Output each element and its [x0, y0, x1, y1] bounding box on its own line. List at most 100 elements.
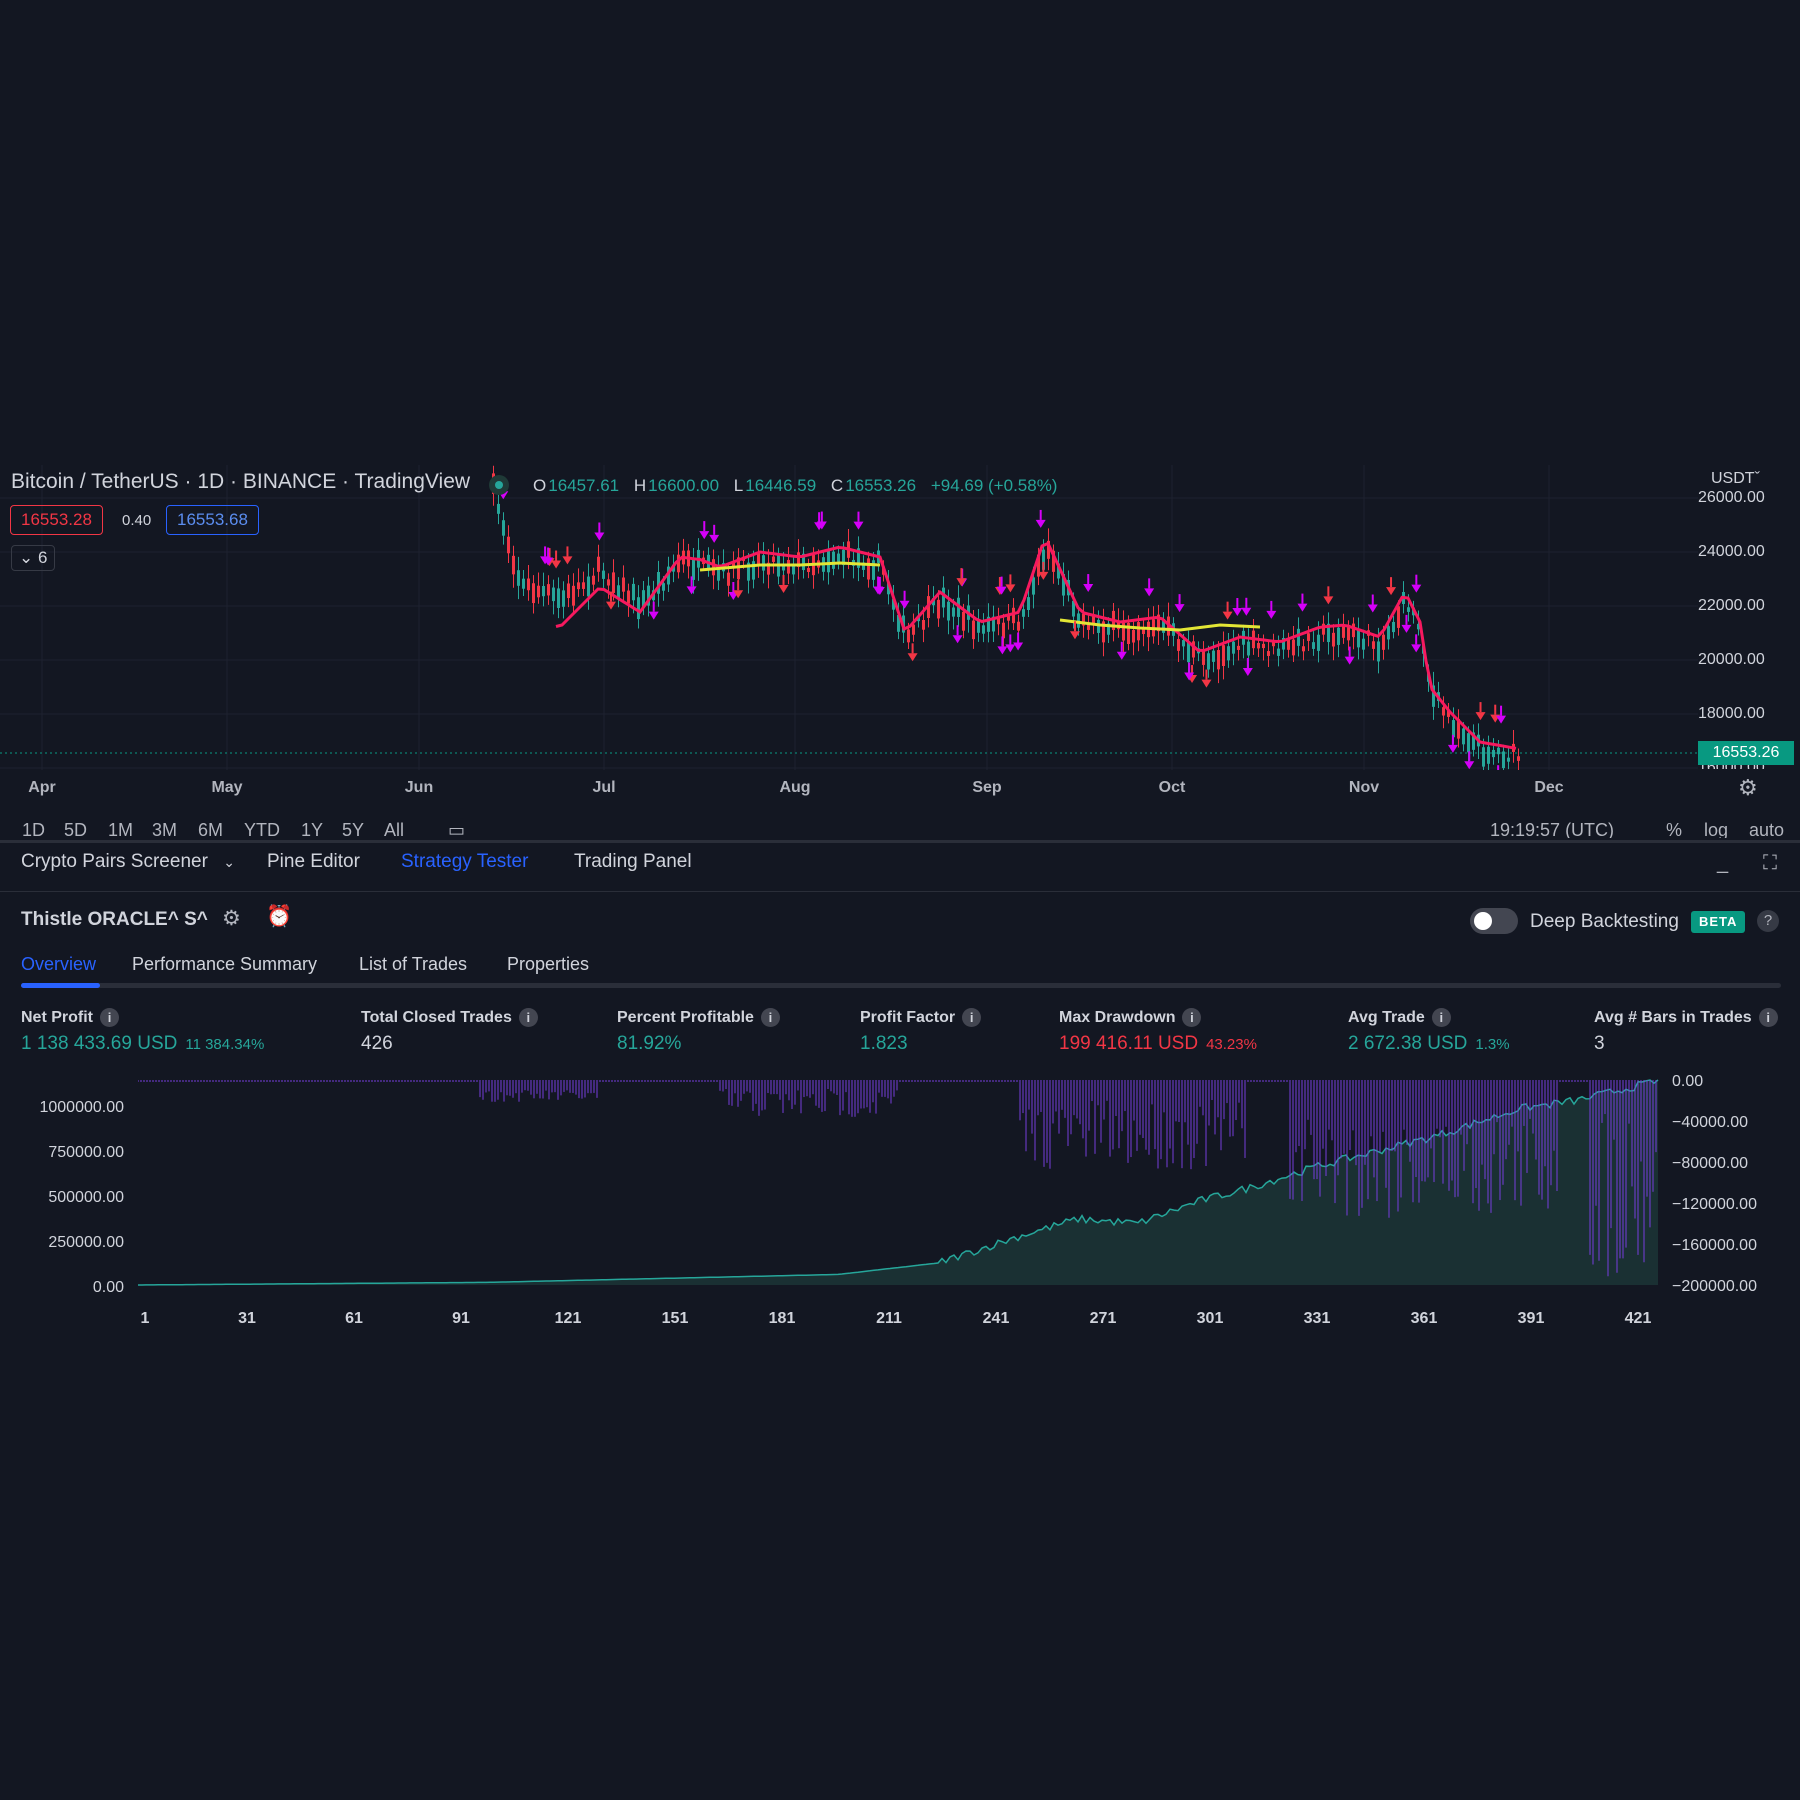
candle-body	[772, 556, 775, 562]
candle-body	[837, 553, 840, 562]
candle-body	[1377, 641, 1380, 662]
metric-percent: 43.23%	[1206, 1036, 1257, 1053]
trade-signal-marker	[1386, 587, 1397, 596]
ohlc-legend: O 16457.61 H 16600.00 L 16446.59 C 16553.26 …	[533, 476, 1067, 496]
candle-body	[597, 556, 600, 572]
info-icon[interactable]: i	[1431, 1008, 1451, 1027]
trade-number-tick: 31	[238, 1310, 256, 1327]
candle-body	[1212, 650, 1215, 662]
sell-button[interactable]: 16553.28	[10, 505, 103, 535]
deep-backtesting-toggle[interactable]	[1470, 908, 1518, 934]
trade-number-tick: 1	[140, 1310, 150, 1327]
price-axis-label: 24000.00	[1698, 543, 1765, 560]
candle-body	[1267, 651, 1270, 656]
candle-body	[1442, 707, 1445, 716]
trade-signal-marker	[778, 584, 789, 593]
tab-pine-editor[interactable]: Pine Editor	[267, 851, 360, 873]
subtab-performance-summary[interactable]: Performance Summary	[132, 954, 317, 975]
candle-body	[1362, 638, 1365, 650]
log-scale-toggle[interactable]: log	[1704, 820, 1728, 838]
range-ytd-button[interactable]: YTD	[244, 820, 280, 838]
info-icon[interactable]: i	[1758, 1008, 1778, 1027]
maximize-panel-icon[interactable]: ⛶	[1763, 852, 1777, 875]
info-icon[interactable]: i	[100, 1008, 119, 1027]
range-6m-button[interactable]: 6M	[198, 820, 223, 838]
trade-signal-marker	[1496, 715, 1507, 724]
price-axis-label: 22000.00	[1698, 597, 1765, 614]
candle-body	[1077, 613, 1080, 628]
help-icon[interactable]: ?	[1757, 910, 1779, 932]
range-3m-button[interactable]: 3M	[152, 820, 177, 838]
strategy-settings-icon[interactable]: ⚙	[222, 906, 241, 931]
trade-signal-marker	[1005, 584, 1016, 593]
minimize-panel-icon[interactable]: _	[1717, 852, 1728, 875]
equity-drawdown-chart[interactable]	[138, 1078, 1660, 1288]
candle-body	[1207, 653, 1210, 670]
symbol-title[interactable]: Bitcoin / TetherUS · 1D · BINANCE · Trad…	[11, 470, 470, 494]
candle-body	[1392, 621, 1395, 633]
candle-body	[1237, 645, 1240, 650]
indicators-toggle-button[interactable]: ⌄ 6	[11, 545, 55, 571]
subtab-properties[interactable]: Properties	[507, 954, 589, 975]
candle-body	[787, 559, 790, 574]
candle-body	[512, 555, 515, 575]
range-5y-button[interactable]: 5Y	[342, 820, 364, 838]
range-1y-button[interactable]: 1Y	[301, 820, 323, 838]
chevron-down-icon: ⌄	[19, 548, 34, 567]
trade-signal-marker	[1144, 588, 1155, 597]
buy-button[interactable]: 16553.68	[166, 505, 259, 535]
trade-number-tick: 61	[345, 1310, 363, 1327]
candle-body	[517, 570, 520, 586]
currency-selector[interactable]: USDTˇ	[1711, 470, 1760, 488]
candle-body	[1012, 607, 1015, 624]
candle-body	[1227, 646, 1230, 661]
trade-number-tick: 151	[661, 1310, 689, 1327]
equity-area	[138, 1080, 1658, 1285]
subtab-list-of-trades[interactable]: List of Trades	[359, 954, 467, 975]
info-icon[interactable]: i	[518, 1008, 538, 1027]
trade-signal-marker	[1297, 603, 1308, 612]
tab-trading-panel[interactable]: Trading Panel	[574, 851, 692, 873]
percent-scale-toggle[interactable]: %	[1666, 820, 1682, 838]
tab-strategy-tester[interactable]: Strategy Tester	[401, 851, 528, 873]
trade-number-tick: 181	[768, 1310, 796, 1327]
candle-body	[557, 588, 560, 608]
time-axis-label: Oct	[1158, 779, 1186, 796]
chevron-down-icon: ˇ	[1754, 470, 1760, 487]
info-icon[interactable]: i	[1182, 1008, 1202, 1027]
range-all-button[interactable]: All	[384, 820, 404, 838]
candle-body	[552, 587, 555, 602]
candle-body	[1332, 632, 1335, 647]
candle-body	[1507, 757, 1510, 762]
info-icon[interactable]: i	[962, 1008, 982, 1027]
close-value: 16553.26	[845, 476, 917, 495]
range-1m-button[interactable]: 1M	[108, 820, 133, 838]
range-1d-button[interactable]: 1D	[22, 820, 45, 838]
range-5d-button[interactable]: 5D	[64, 820, 87, 838]
trade-signal-marker	[853, 521, 864, 530]
chart-settings-icon[interactable]: ⚙	[1738, 775, 1758, 801]
candle-body	[1022, 609, 1025, 617]
trade-signal-marker	[1035, 519, 1046, 528]
candle-body	[622, 577, 625, 592]
time-axis-label: Dec	[1534, 779, 1564, 796]
metric-label: Percent Profitable	[617, 1009, 754, 1026]
candle-body	[602, 570, 605, 579]
subtab-overview[interactable]: Overview	[21, 954, 96, 975]
strategy-name[interactable]: Thistle ORACLE^ S^	[21, 909, 208, 931]
calendar-icon[interactable]: ▭	[448, 820, 465, 838]
trade-signal-marker	[1083, 584, 1094, 593]
auto-scale-toggle[interactable]: auto	[1749, 820, 1784, 838]
trade-signal-marker	[562, 556, 573, 565]
candle-body	[1187, 642, 1190, 663]
add-alert-icon[interactable]: ⏰	[266, 905, 292, 929]
candle-body	[827, 551, 830, 573]
candle-body	[677, 554, 680, 573]
candle-body	[1382, 634, 1385, 650]
candle-body	[1407, 607, 1410, 612]
candle-body	[1137, 622, 1140, 641]
metric-percent-profitable: Percent Profitable i 81.92%	[617, 1008, 780, 1055]
time-axis-label: Jun	[404, 779, 434, 796]
info-icon[interactable]: i	[760, 1008, 780, 1027]
tab-crypto-pairs-screener[interactable]: Crypto Pairs Screener ⌄	[21, 851, 235, 873]
